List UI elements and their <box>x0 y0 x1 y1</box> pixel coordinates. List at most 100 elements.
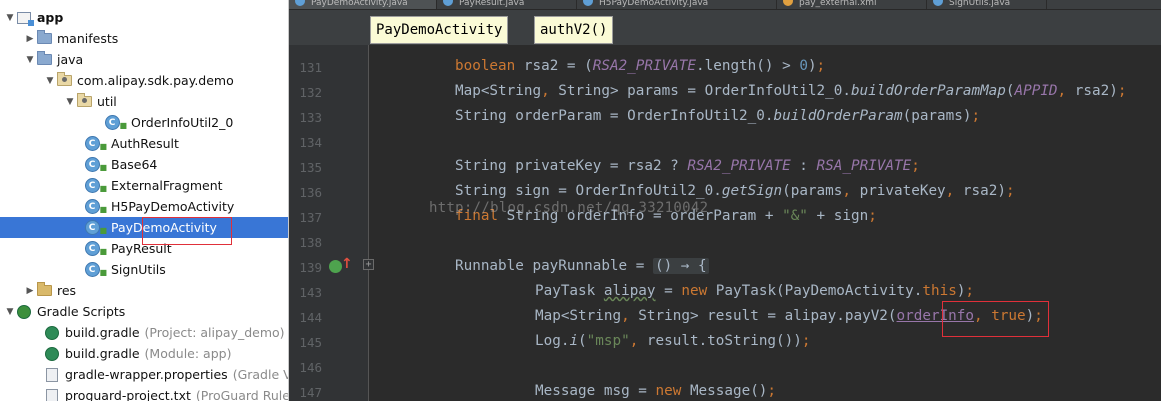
expand-arrow-icon[interactable]: ▼ <box>64 97 76 107</box>
class-icon: C ■ <box>84 157 107 173</box>
line-number: 135 <box>299 160 322 175</box>
watermark: http://blog.csdn.net/qq_33210042 <box>429 200 709 216</box>
line-number: 134 <box>299 135 322 150</box>
module-icon <box>16 10 34 26</box>
tree-item-util[interactable]: ▼ util <box>0 91 288 112</box>
tree-item-label: SignUtils <box>111 262 166 277</box>
line-number: 138 <box>299 235 322 250</box>
tree-item-gradle-wrapper[interactable]: gradle-wrapper.properties (Gradle Ve <box>0 364 288 385</box>
project-tree-panel: ▼ app ▶ manifests ▼ java ▼ com.alipay.sd… <box>0 0 289 401</box>
line-number: 146 <box>299 360 322 375</box>
tree-item-label: gradle-wrapper.properties <box>65 367 228 382</box>
tree-item-label: Base64 <box>111 157 158 172</box>
folder-icon <box>36 30 52 47</box>
tree-item-label: app <box>37 10 64 25</box>
tree-item-label: build.gradle <box>65 346 140 361</box>
folder-icon <box>36 51 52 68</box>
lock-icon: ■ <box>99 267 107 277</box>
code-editor[interactable]: boolean rsa2 = (RSA2_PRIVATE.length() > … <box>369 45 1161 401</box>
gradle-icon <box>16 304 32 320</box>
expand-arrow-icon[interactable]: ▼ <box>4 307 16 317</box>
class-icon: C ■ <box>84 178 107 194</box>
tree-item-label: manifests <box>57 31 119 46</box>
tree-item-build-gradle-module[interactable]: build.gradle (Module: app) <box>0 343 288 364</box>
folder-icon <box>36 282 52 299</box>
class-icon <box>583 0 593 6</box>
tree-item-res[interactable]: ▶ res <box>0 280 288 301</box>
tree-item-label: build.gradle <box>65 325 140 340</box>
tree-item-authresult[interactable]: C ■ AuthResult <box>0 133 288 154</box>
lock-icon: ■ <box>99 246 107 256</box>
class-icon <box>443 0 453 6</box>
tree-item-label: AuthResult <box>111 136 179 151</box>
collapse-arrow-icon[interactable]: ▶ <box>24 34 36 44</box>
tree-item-label: com.alipay.sdk.pay.demo <box>77 73 234 88</box>
code-line-147: Message msg = new Message(); <box>535 383 777 399</box>
tree-item-package[interactable]: ▼ com.alipay.sdk.pay.demo <box>0 70 288 91</box>
override-arrow-icon[interactable]: ↑ <box>341 256 353 272</box>
lock-icon: ■ <box>99 183 107 193</box>
tree-item-label: Gradle Scripts <box>37 304 126 319</box>
tab-signutils[interactable]: SignUtils.java <box>927 0 1047 9</box>
class-icon <box>295 0 305 6</box>
class-icon: C ■ <box>84 241 107 257</box>
code-line-135: String privateKey = rsa2 ? RSA2_PRIVATE … <box>455 158 920 174</box>
expand-arrow-icon[interactable]: ▼ <box>4 13 16 23</box>
tree-item-label: ExternalFragment <box>111 178 223 193</box>
expand-arrow-icon[interactable]: ▼ <box>24 55 36 65</box>
class-icon: C ■ <box>84 220 107 236</box>
tree-item-label: proguard-project.txt <box>65 388 191 401</box>
tree-item-orderinfoutil[interactable]: C ■ OrderInfoUtil2_0 <box>0 112 288 133</box>
tree-item-label: util <box>97 94 117 109</box>
tree-item-externalfragment[interactable]: C ■ ExternalFragment <box>0 175 288 196</box>
expand-arrow-icon[interactable]: ▼ <box>44 76 56 86</box>
line-number-gutter: 131 132 133 134 135 136 137 138 139 143 … <box>289 45 368 401</box>
line-number: 144 <box>299 310 322 325</box>
line-number: 133 <box>299 110 322 125</box>
tree-item-manifests[interactable]: ▶ manifests <box>0 28 288 49</box>
tree-item-hint: (Gradle Ve <box>232 367 288 382</box>
collapse-arrow-icon[interactable]: ▶ <box>24 286 36 296</box>
line-number: 137 <box>299 210 322 225</box>
breadcrumb: PayDemoActivity authV2() <box>289 10 1161 45</box>
class-icon: C ■ <box>84 199 107 215</box>
tree-item-base64[interactable]: C ■ Base64 <box>0 154 288 175</box>
tree-item-signutils[interactable]: C ■ SignUtils <box>0 259 288 280</box>
code-line-132: Map<String, String> params = OrderInfoUt… <box>455 83 1127 99</box>
class-icon: C ■ <box>104 115 127 131</box>
properties-file-icon <box>44 367 60 383</box>
tree-item-gradle-scripts[interactable]: ▼ Gradle Scripts <box>0 301 288 322</box>
lock-icon: ■ <box>99 141 107 151</box>
lock-icon: ■ <box>99 225 107 235</box>
text-file-icon <box>44 388 60 401</box>
highlight-box <box>942 301 1049 337</box>
tree-item-java[interactable]: ▼ java <box>0 49 288 70</box>
line-number: 147 <box>299 385 322 400</box>
class-icon <box>933 0 943 6</box>
tree-item-hint: (Project: alipay_demo) <box>144 325 285 340</box>
lock-icon: ■ <box>99 162 107 172</box>
breadcrumb-method[interactable]: authV2() <box>534 16 614 44</box>
code-line-145: Log.i("msp", result.toString()); <box>535 333 811 349</box>
tree-item-proguard[interactable]: proguard-project.txt (ProGuard Rules <box>0 385 288 401</box>
code-line-139: Runnable payRunnable = () → { <box>455 258 709 274</box>
tab-h5paydemoactivity[interactable]: H5PayDemoActivity.java <box>577 0 777 9</box>
gradle-icon <box>44 346 60 362</box>
tree-item-label: H5PayDemoActivity <box>111 199 235 214</box>
tree-item-hint: (Module: app) <box>144 346 232 361</box>
lock-icon: ■ <box>99 204 107 214</box>
package-icon <box>56 72 72 89</box>
xml-file-icon <box>783 0 793 6</box>
code-line-143: PayTask alipay = new PayTask(PayDemoActi… <box>535 283 975 299</box>
tab-payresult[interactable]: PayResult.java <box>437 0 577 9</box>
tree-item-build-gradle-project[interactable]: build.gradle (Project: alipay_demo) <box>0 322 288 343</box>
tab-paydemoactivity[interactable]: PayDemoActivity.java <box>289 0 437 9</box>
tree-item-app[interactable]: ▼ app <box>0 7 288 28</box>
tree-item-label: OrderInfoUtil2_0 <box>131 115 234 130</box>
breadcrumb-class[interactable]: PayDemoActivity <box>370 16 509 44</box>
tab-pay-external[interactable]: pay_external.xml <box>777 0 927 9</box>
editor-tab-strip: PayDemoActivity.java PayResult.java H5Pa… <box>289 0 1161 10</box>
class-icon: C ■ <box>84 262 107 278</box>
tree-item-h5paydemoactivity[interactable]: C ■ H5PayDemoActivity <box>0 196 288 217</box>
tree-item-label: java <box>57 52 84 67</box>
